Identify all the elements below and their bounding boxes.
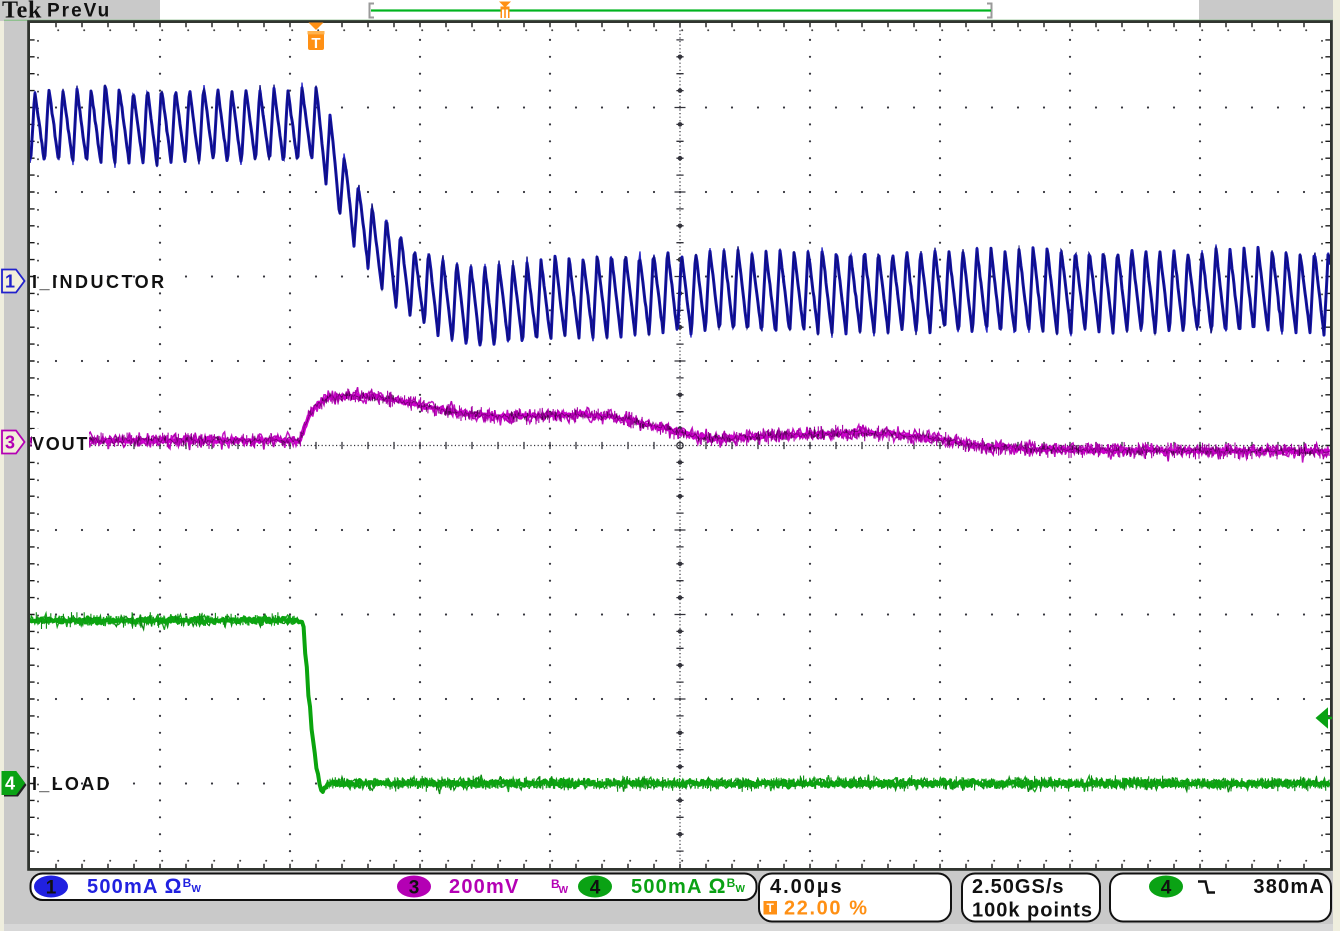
svg-text:3: 3 (409, 878, 420, 899)
svg-text:4.00µs: 4.00µs (770, 876, 844, 898)
svg-text:I_LOAD: I_LOAD (32, 774, 112, 794)
svg-text:200mV: 200mV (449, 876, 520, 898)
svg-text:4: 4 (590, 878, 601, 899)
svg-text:4: 4 (5, 774, 15, 794)
svg-text:I_INDUCTOR: I_INDUCTOR (32, 272, 167, 292)
svg-text:3: 3 (5, 433, 15, 453)
svg-text:1: 1 (46, 878, 57, 899)
svg-text:4: 4 (1161, 878, 1172, 899)
svg-text:1: 1 (5, 272, 15, 292)
svg-text:22.00 %: 22.00 % (784, 898, 869, 920)
svg-text:PreVu: PreVu (47, 1, 111, 22)
svg-text:100k points: 100k points (972, 900, 1093, 922)
svg-text:T: T (767, 901, 775, 915)
svg-text:380mA: 380mA (1253, 876, 1325, 898)
svg-text:Tek: Tek (2, 0, 42, 24)
svg-text:VOUT: VOUT (32, 434, 89, 454)
svg-text:T: T (311, 35, 320, 52)
svg-text:2.50GS/s: 2.50GS/s (972, 876, 1065, 898)
